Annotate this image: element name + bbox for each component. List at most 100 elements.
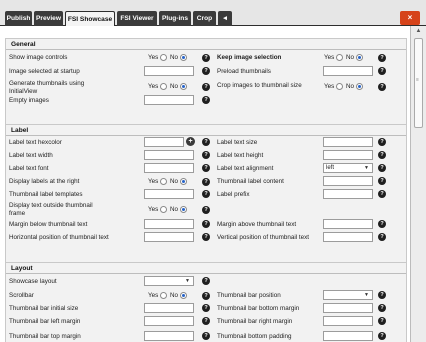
close-button[interactable]: × xyxy=(400,11,420,25)
margin-above-thumbnail-text-label: Margin above thumbnail text xyxy=(217,221,297,228)
thumbnail-label-content-input[interactable] xyxy=(323,176,373,186)
tab-scroll-left-arrow[interactable]: ◄ xyxy=(218,11,232,26)
thumbnail-bar-top-margin-label: Thumbnail bar top margin xyxy=(9,333,81,340)
tab-plug-ins[interactable]: Plug-ins xyxy=(159,11,191,26)
horizontal-position-input[interactable] xyxy=(144,232,194,242)
help-icon[interactable]: ? xyxy=(378,233,386,241)
preload-thumbnails-input[interactable] xyxy=(323,66,373,76)
tab-preview[interactable]: Preview xyxy=(34,11,63,26)
help-icon[interactable]: ? xyxy=(202,54,210,62)
help-icon[interactable]: ? xyxy=(202,233,210,241)
thumbnail-label-templates-label: Thumbnail label templates xyxy=(9,191,83,198)
help-icon[interactable]: ? xyxy=(378,291,386,299)
help-icon[interactable]: ? xyxy=(202,96,210,104)
generate-thumbnails-yes-radio[interactable] xyxy=(160,83,167,90)
scrollbar-yes-radio[interactable] xyxy=(160,292,167,299)
show-image-controls-no-radio[interactable] xyxy=(180,54,187,61)
tab-bar: Publish Preview FSI Showcase FSI Viewer … xyxy=(0,0,426,27)
label-text-height-input[interactable] xyxy=(323,150,373,160)
label-section: Label Label text hexcolor + ? Label text… xyxy=(5,124,407,264)
help-icon[interactable]: ? xyxy=(378,190,386,198)
generate-thumbnails-yes-label: Yes xyxy=(148,83,159,90)
help-icon[interactable]: ? xyxy=(378,138,386,146)
display-labels-yes-label: Yes xyxy=(148,178,159,185)
help-icon[interactable]: ? xyxy=(202,164,210,172)
scroll-up-arrow-icon[interactable]: ▲ xyxy=(411,26,426,36)
help-icon[interactable]: ? xyxy=(202,220,210,228)
label-text-alignment-select[interactable]: left ▼ xyxy=(323,163,373,173)
help-icon[interactable]: ? xyxy=(378,164,386,172)
help-icon[interactable]: ? xyxy=(202,178,210,186)
label-text-width-input[interactable] xyxy=(144,150,194,160)
thumbnail-label-templates-input[interactable] xyxy=(144,189,194,199)
tab-publish[interactable]: Publish xyxy=(5,11,32,26)
display-labels-no-radio[interactable] xyxy=(180,178,187,185)
label-text-font-input[interactable] xyxy=(144,163,194,173)
vertical-scrollbar[interactable]: ▲ ≡ xyxy=(410,26,426,342)
tab-fsi-viewer[interactable]: FSI Viewer xyxy=(117,11,157,26)
help-icon[interactable]: ? xyxy=(378,54,386,62)
empty-images-input[interactable] xyxy=(144,95,194,105)
help-icon[interactable]: ? xyxy=(378,177,386,185)
divider xyxy=(6,273,406,274)
help-icon[interactable]: ? xyxy=(378,83,386,91)
crop-images-no-label: No xyxy=(346,83,355,90)
thumbnail-bar-top-margin-input[interactable] xyxy=(144,331,194,341)
tab-fsi-showcase[interactable]: FSI Showcase xyxy=(65,11,115,27)
help-icon[interactable]: ? xyxy=(202,83,210,91)
crop-images-yes-radio[interactable] xyxy=(336,83,343,90)
image-selected-at-startup-input[interactable] xyxy=(144,66,194,76)
crop-images-label: Crop images to thumbnail size xyxy=(217,82,302,89)
help-icon[interactable]: ? xyxy=(378,67,386,75)
display-labels-yes-radio[interactable] xyxy=(160,178,167,185)
show-image-controls-yes-radio[interactable] xyxy=(160,54,167,61)
chevron-down-icon: ▼ xyxy=(185,278,190,284)
help-icon[interactable]: ? xyxy=(202,190,210,198)
display-text-outside-yes-radio[interactable] xyxy=(160,206,167,213)
help-icon[interactable]: ? xyxy=(202,138,210,146)
general-section: General Show image controls Yes No ? Kee… xyxy=(5,38,407,133)
help-icon[interactable]: ? xyxy=(378,332,386,340)
help-icon[interactable]: ? xyxy=(378,220,386,228)
thumbnail-bar-right-margin-input[interactable] xyxy=(323,316,373,326)
help-icon[interactable]: ? xyxy=(202,67,210,75)
showcase-layout-select[interactable]: ▼ xyxy=(144,276,194,286)
thumbnail-bar-initial-size-input[interactable] xyxy=(144,303,194,313)
scrollbar-thumb[interactable]: ≡ xyxy=(414,38,423,128)
thumbnail-bar-left-margin-label: Thumbnail bar left margin xyxy=(9,318,81,325)
keep-image-selection-no-radio[interactable] xyxy=(356,54,363,61)
keep-image-selection-yes-radio[interactable] xyxy=(336,54,343,61)
display-text-outside-frame-label: Display text outside thumbnail frame xyxy=(9,202,93,217)
image-selected-at-startup-label: Image selected at startup xyxy=(9,68,80,75)
tab-crop[interactable]: Crop xyxy=(193,11,216,26)
help-icon[interactable]: ? xyxy=(202,151,210,159)
help-icon[interactable]: ? xyxy=(202,332,210,340)
generate-thumbnails-no-radio[interactable] xyxy=(180,83,187,90)
thumbnail-bar-bottom-margin-input[interactable] xyxy=(323,303,373,313)
thumbnail-bottom-padding-input[interactable] xyxy=(323,331,373,341)
label-text-hexcolor-input[interactable] xyxy=(144,137,184,147)
help-icon[interactable]: ? xyxy=(202,277,210,285)
help-icon[interactable]: ? xyxy=(202,304,210,312)
label-text-size-input[interactable] xyxy=(323,137,373,147)
thumbnail-bar-left-margin-input[interactable] xyxy=(144,316,194,326)
show-image-controls-label: Show image controls xyxy=(9,54,68,61)
label-text-size-label: Label text size xyxy=(217,139,258,146)
help-icon[interactable]: ? xyxy=(202,317,210,325)
color-picker-plus-icon[interactable]: + xyxy=(186,137,195,146)
preload-thumbnails-label: Preload thumbnails xyxy=(217,68,271,75)
margin-above-thumbnail-text-input[interactable] xyxy=(323,219,373,229)
display-text-outside-no-radio[interactable] xyxy=(180,206,187,213)
crop-images-no-radio[interactable] xyxy=(356,83,363,90)
thumbnail-bar-position-select[interactable]: ▼ xyxy=(323,290,373,300)
help-icon[interactable]: ? xyxy=(202,206,210,214)
scrollbar-yes-label: Yes xyxy=(148,292,159,299)
help-icon[interactable]: ? xyxy=(378,317,386,325)
margin-below-thumbnail-text-input[interactable] xyxy=(144,219,194,229)
label-prefix-input[interactable] xyxy=(323,189,373,199)
help-icon[interactable]: ? xyxy=(202,292,210,300)
help-icon[interactable]: ? xyxy=(378,151,386,159)
scrollbar-no-radio[interactable] xyxy=(180,292,187,299)
vertical-position-input[interactable] xyxy=(323,232,373,242)
help-icon[interactable]: ? xyxy=(378,304,386,312)
